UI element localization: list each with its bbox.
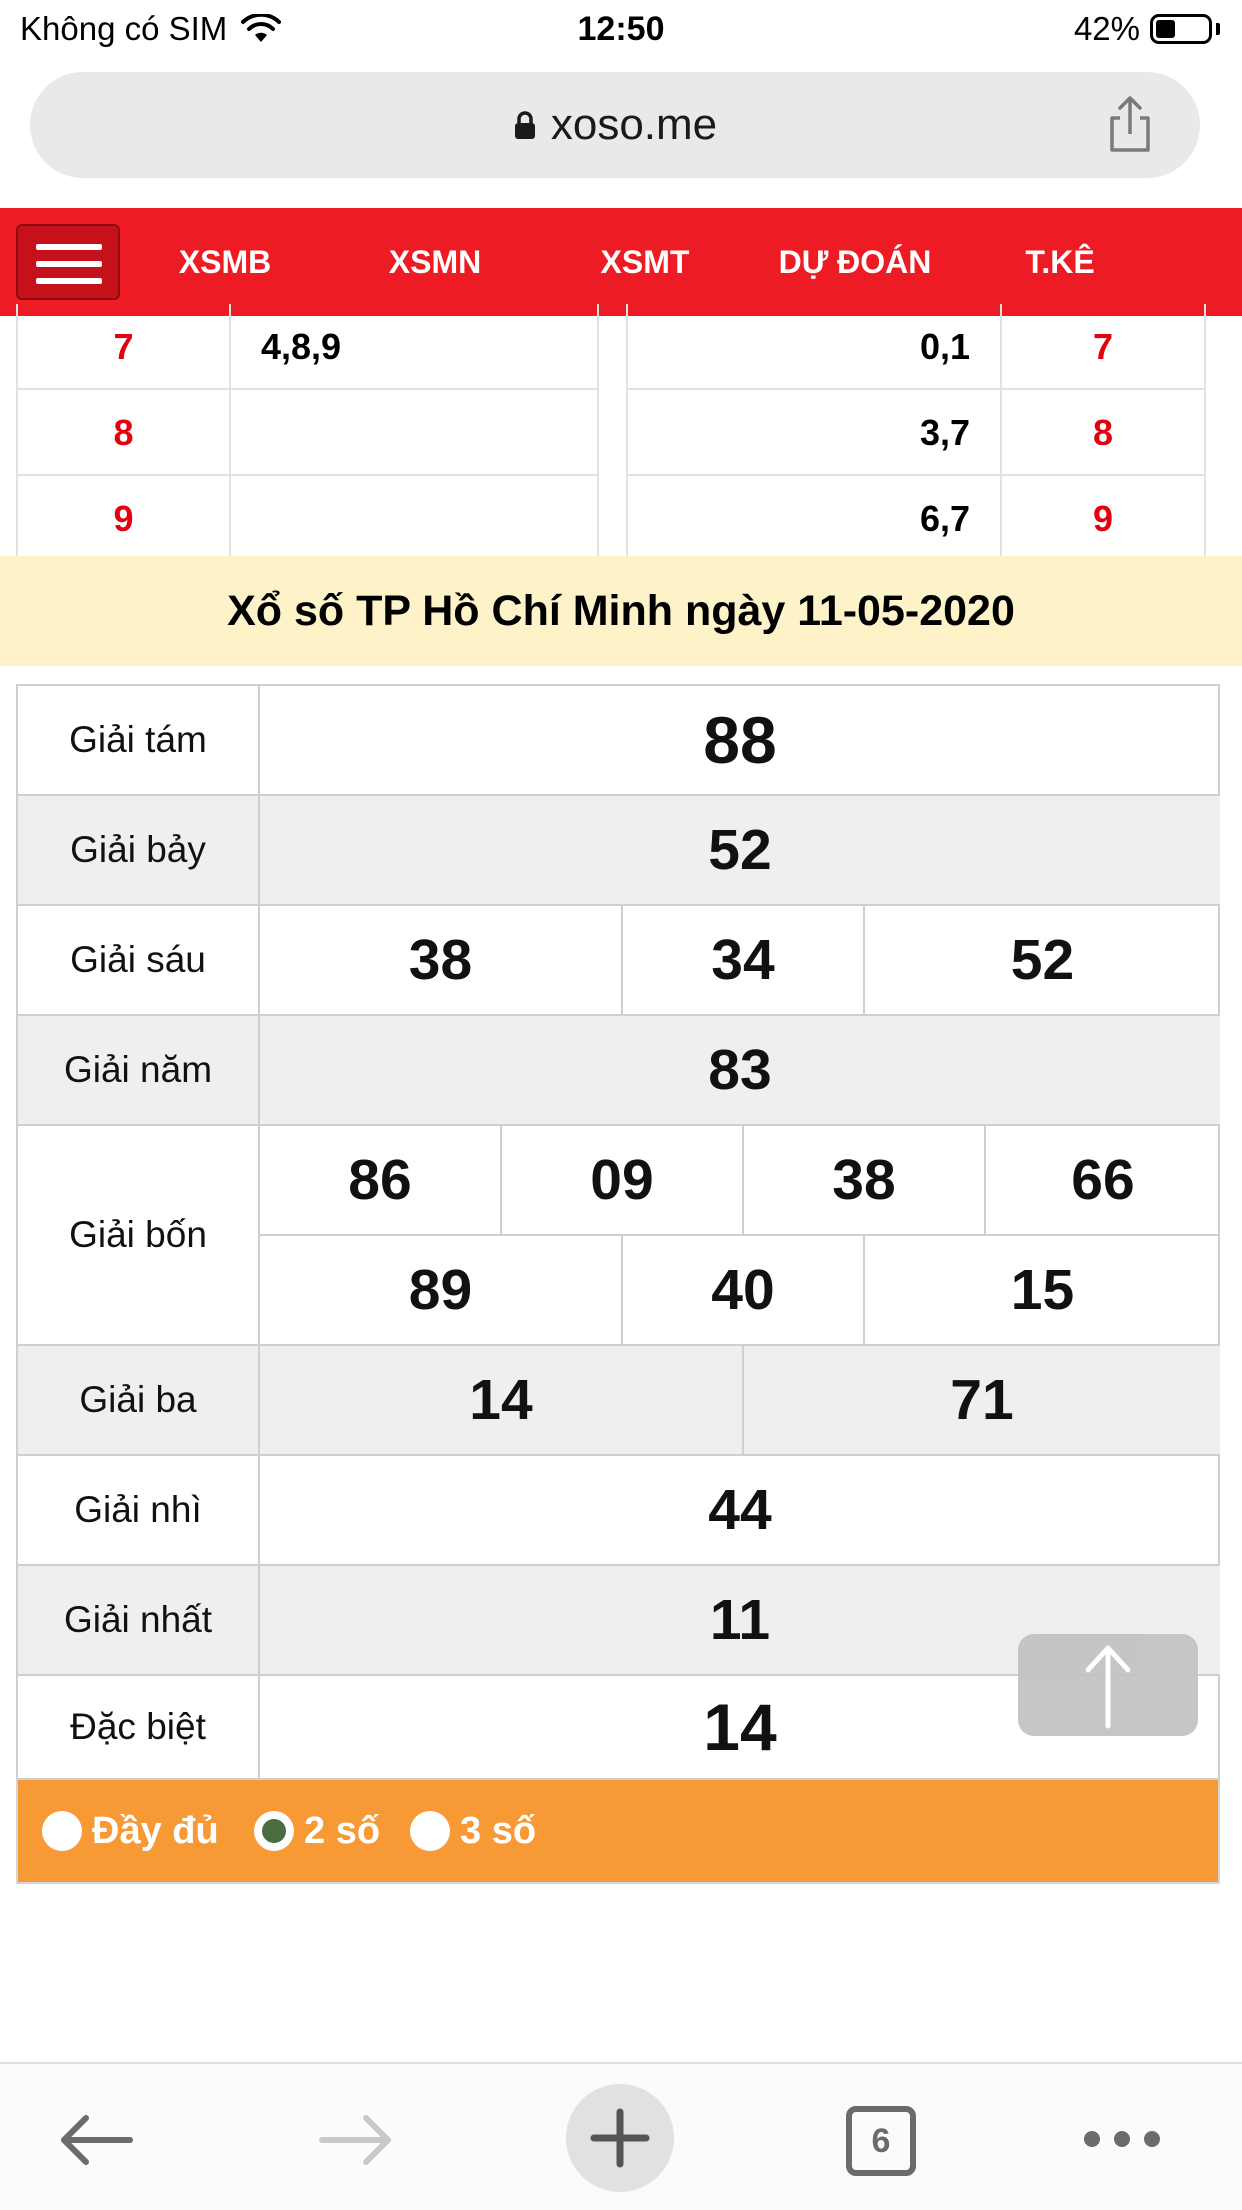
prize-4-7: 15 <box>865 1236 1220 1346</box>
label-dac-biet: Đặc biệt <box>18 1676 260 1778</box>
tail-values: 0,1 <box>626 304 1002 390</box>
label-giai-nam: Giải năm <box>18 1016 260 1126</box>
prize-4-3: 38 <box>744 1126 986 1236</box>
prize-4-5: 89 <box>260 1236 623 1346</box>
browser-toolbar: 6 <box>0 2062 1242 2210</box>
prize-4-4: 66 <box>986 1126 1220 1236</box>
tail-values: 6,7 <box>626 476 1002 562</box>
option-full-label: Đầy đủ <box>92 1809 219 1852</box>
prize-7: 52 <box>260 796 1220 906</box>
option-three-label: 3 số <box>460 1809 537 1852</box>
result-title: Xổ số TP Hồ Chí Minh ngày 11-05-2020 <box>0 556 1242 666</box>
label-giai-bay: Giải bảy <box>18 796 260 906</box>
tab-count: 6 <box>871 2122 891 2160</box>
prize-6-1: 38 <box>260 906 623 1016</box>
option-two-label: 2 số <box>304 1809 381 1852</box>
tail-digit: 7 <box>1002 304 1206 390</box>
head-digit: 8 <box>16 390 231 476</box>
head-values <box>231 390 599 476</box>
prize-6-2: 34 <box>623 906 865 1016</box>
site-nav: XSMB XSMN XSMT DỰ ĐOÁN T.KÊ <box>0 208 1242 316</box>
new-tab-button[interactable] <box>566 2084 674 2192</box>
label-giai-bon: Giải bốn <box>18 1126 260 1346</box>
prize-3-2: 71 <box>744 1346 1220 1456</box>
prize-8: 88 <box>260 686 1220 796</box>
address-bar[interactable]: xoso.me <box>30 72 1200 178</box>
digit-options: Đầy đủ 2 số 3 số <box>16 1780 1220 1884</box>
back-icon[interactable] <box>56 2110 136 2170</box>
scroll-to-top-button[interactable] <box>1018 1634 1198 1736</box>
label-giai-nhi: Giải nhì <box>18 1456 260 1566</box>
head-digit: 7 <box>16 304 231 390</box>
radio-two-digits[interactable] <box>254 1811 294 1851</box>
url-text[interactable]: xoso.me <box>551 100 717 150</box>
radio-full[interactable] <box>42 1811 82 1851</box>
head-values: 4,8,9 <box>231 304 599 390</box>
head-values <box>231 476 599 562</box>
battery-indicator: 42% <box>1074 10 1220 48</box>
prize-4-1: 86 <box>260 1126 502 1236</box>
clock: 12:50 <box>577 10 665 48</box>
nav-du-doan[interactable]: DỰ ĐOÁN <box>760 208 950 316</box>
battery-icon <box>1150 14 1212 44</box>
table-row: 9 6,7 9 <box>0 476 1242 562</box>
plus-icon <box>590 2108 650 2168</box>
nav-xsmt[interactable]: XSMT <box>570 208 720 316</box>
forward-icon[interactable] <box>316 2110 396 2170</box>
prize-2: 44 <box>260 1456 1220 1566</box>
label-giai-sau: Giải sáu <box>18 906 260 1016</box>
tail-digit: 9 <box>1002 476 1206 562</box>
nav-xsmn[interactable]: XSMN <box>360 208 510 316</box>
nav-xsmb[interactable]: XSMB <box>150 208 300 316</box>
lock-icon <box>514 111 535 139</box>
battery-percent: 42% <box>1073 10 1140 47</box>
loto-table-partial: 7 4,8,9 0,1 7 8 3,7 8 9 6,7 9 <box>0 304 1242 562</box>
arrow-up-icon <box>1085 1645 1131 1729</box>
prize-4-6: 40 <box>623 1236 865 1346</box>
more-icon[interactable] <box>1080 2124 1164 2154</box>
prize-6-3: 52 <box>865 906 1220 1016</box>
tabs-button[interactable]: 6 <box>846 2106 916 2176</box>
prize-5: 83 <box>260 1016 1220 1126</box>
share-icon[interactable] <box>1102 94 1158 154</box>
result-table: Giải tám 88 Giải bảy 52 Giải sáu 38 34 5… <box>16 684 1220 1780</box>
prize-4-2: 09 <box>502 1126 744 1236</box>
tail-digit: 8 <box>1002 390 1206 476</box>
option-full[interactable]: Đầy đủ <box>42 1780 219 1882</box>
label-giai-tam: Giải tám <box>18 686 260 796</box>
radio-three-digits[interactable] <box>410 1811 450 1851</box>
table-row: 8 3,7 8 <box>0 390 1242 476</box>
option-two-digits[interactable]: 2 số <box>254 1780 380 1882</box>
menu-button[interactable] <box>16 224 120 300</box>
tail-values: 3,7 <box>626 390 1002 476</box>
label-giai-ba: Giải ba <box>18 1346 260 1456</box>
nav-thong-ke[interactable]: T.KÊ <box>990 208 1130 316</box>
status-bar: Không có SIM 12:50 42% <box>0 0 1242 64</box>
label-giai-nhat: Giải nhất <box>18 1566 260 1676</box>
prize-3-1: 14 <box>260 1346 744 1456</box>
head-digit: 9 <box>16 476 231 562</box>
table-row: 7 4,8,9 0,1 7 <box>0 304 1242 390</box>
option-three-digits[interactable]: 3 số <box>410 1780 536 1882</box>
